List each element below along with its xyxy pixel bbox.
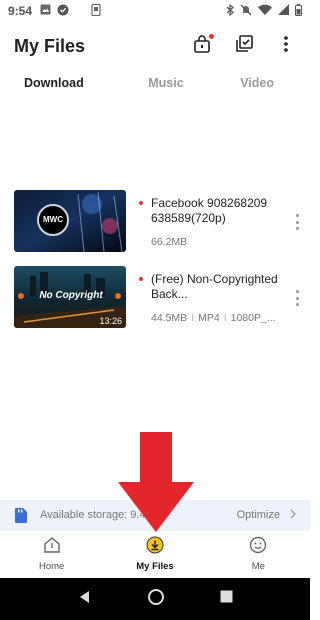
more-vert-icon xyxy=(284,35,288,57)
chevron-right-icon xyxy=(290,509,296,522)
notification-dot xyxy=(209,34,214,39)
nav-my-files-label: My Files xyxy=(136,560,174,572)
thumb-logo-text: MWC xyxy=(43,215,63,224)
file-name: (Free) Non-Copyrighted Back... xyxy=(138,272,278,302)
smiley-icon xyxy=(249,536,267,561)
mute-icon xyxy=(240,4,252,19)
status-bar: 9:54 xyxy=(0,0,310,22)
tab-music[interactable]: Music xyxy=(148,76,183,98)
file-resolution: 1080P_... xyxy=(230,312,276,324)
video-thumbnail: No Copyright 13:26 xyxy=(14,266,126,328)
battery-icon xyxy=(295,3,302,19)
overflow-menu-button[interactable] xyxy=(276,35,296,57)
file-size: 44.5MB xyxy=(151,312,188,324)
sd-card-icon xyxy=(14,507,28,523)
back-icon[interactable] xyxy=(78,590,92,609)
new-indicator-dot xyxy=(139,277,143,281)
file-meta: 44.5MB I MP4 I 1080P_... xyxy=(151,312,276,324)
item-more-button[interactable] xyxy=(292,214,302,230)
lock-folder-icon xyxy=(193,34,211,58)
nav-home-label: Home xyxy=(38,560,65,572)
category-tabs: Download Music Video xyxy=(0,76,310,98)
check-circle-icon xyxy=(57,4,69,19)
gallery-icon xyxy=(40,4,51,18)
storage-label: Available storage: 9.4 xyxy=(40,509,146,521)
download-circle-icon xyxy=(146,536,164,561)
bottom-navigation: Home My Files Me xyxy=(0,530,310,576)
video-thumbnail: MWC xyxy=(14,190,126,252)
tab-download[interactable]: Download xyxy=(24,76,84,98)
video-duration: 13:26 xyxy=(99,316,122,326)
tab-video[interactable]: Video xyxy=(240,76,274,98)
nav-me[interactable]: Me xyxy=(207,531,310,576)
item-more-button[interactable] xyxy=(292,290,302,306)
wifi-icon xyxy=(258,4,272,18)
thumb-overlay-text: No Copyright xyxy=(39,290,103,301)
file-size: 66.2MB xyxy=(151,236,188,248)
signal-icon xyxy=(278,4,289,18)
system-navigation-bar xyxy=(0,578,310,620)
private-folder-button[interactable] xyxy=(192,34,214,58)
select-button[interactable] xyxy=(234,34,254,58)
file-name: Facebook 908268209 638589(720p) xyxy=(138,196,278,226)
list-item[interactable]: No Copyright 13:26 (Free) Non-Copyrighte… xyxy=(14,266,304,330)
home-circle-icon[interactable] xyxy=(147,588,165,611)
sim-icon xyxy=(91,3,101,19)
optimize-button[interactable]: Optimize xyxy=(237,509,296,522)
page-title: My Files xyxy=(14,35,86,56)
recents-icon[interactable] xyxy=(220,590,233,608)
file-format: MP4 xyxy=(198,312,220,324)
list-item[interactable]: MWC Facebook 908268209 638589(720p) 66.2… xyxy=(14,190,304,254)
storage-banner[interactable]: Available storage: 9.4 Optimize xyxy=(0,500,310,530)
multi-select-icon xyxy=(235,34,253,58)
new-indicator-dot xyxy=(139,201,143,205)
nav-my-files[interactable]: My Files xyxy=(103,531,206,576)
nav-home[interactable]: Home xyxy=(0,531,103,576)
home-icon xyxy=(43,536,61,561)
nav-me-label: Me xyxy=(251,560,265,572)
app-header: My Files xyxy=(0,28,310,64)
status-time: 9:54 xyxy=(8,4,33,18)
bluetooth-icon xyxy=(226,3,234,19)
